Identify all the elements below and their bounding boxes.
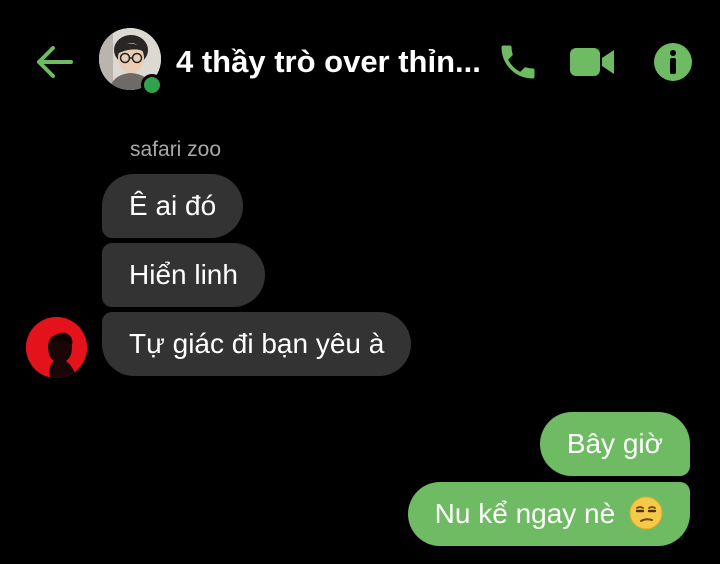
group-avatar-button[interactable] [99,28,163,96]
message-text: Tự giác đi bạn yêu à [129,328,385,359]
chat-header: 4 thầy trò over thỉn... [0,0,720,120]
info-icon [654,43,692,81]
incoming-message-bubble[interactable]: Tự giác đi bạn yêu à [102,312,412,376]
message-text: Ê ai đó [129,190,217,221]
sender-name: safari zoo [130,138,222,161]
incoming-message-bubble[interactable]: Hiển linh [102,243,265,307]
message-text: Nu kể ngay nè [434,498,616,529]
conversation-title[interactable]: 4 thầy trò over thỉn... [176,40,481,84]
incoming-message-bubble[interactable]: Ê ai đó [102,174,244,238]
video-camera-icon [570,48,614,76]
message-text: Bây giờ [566,428,663,459]
phone-icon [501,45,535,79]
conversation-info-button[interactable] [649,38,697,86]
sender-avatar[interactable] [26,317,87,378]
chat-screen: 4 thầy trò over thỉn... safari zoo Ê ai … [0,0,720,564]
video-call-button[interactable] [568,38,616,86]
outgoing-message-bubble[interactable]: Nu kể ngay nè [407,482,690,546]
arrow-left-icon [37,46,73,78]
message-text: Hiển linh [129,259,238,290]
back-button[interactable] [30,40,78,84]
outgoing-message-bubble[interactable]: Bây giờ [539,412,690,476]
unamused-face-emoji [629,496,663,530]
voice-call-button[interactable] [494,38,542,86]
online-status-dot [141,74,163,96]
